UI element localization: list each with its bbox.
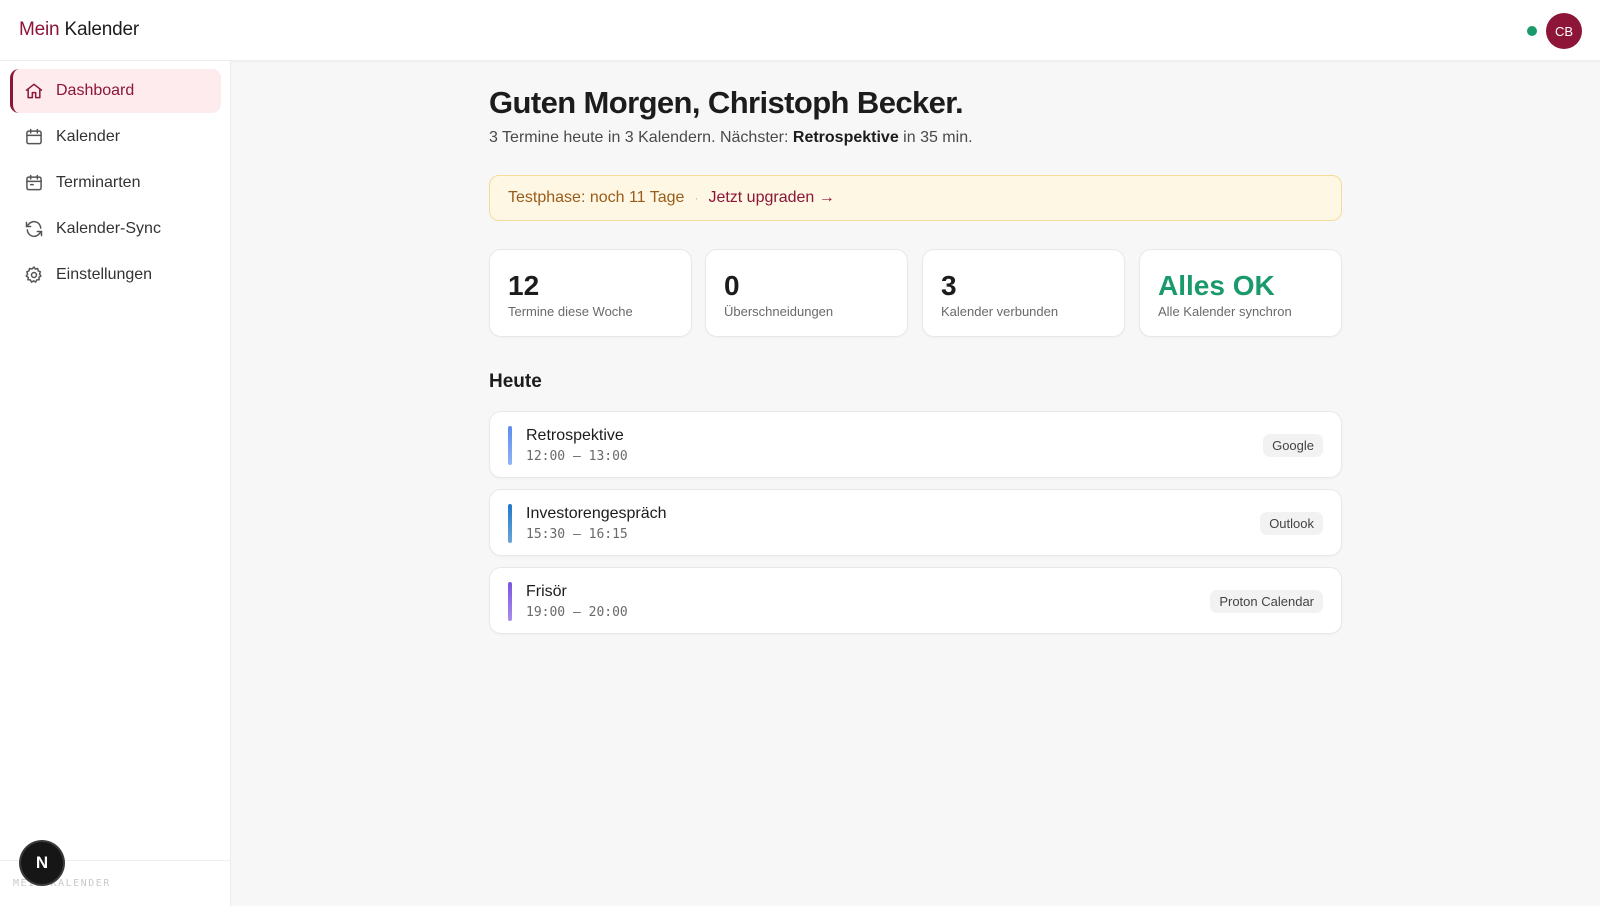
sidebar-item-kalender[interactable]: Kalender — [10, 115, 221, 159]
page-title: Guten Morgen, Christoph Becker. — [489, 85, 964, 120]
top-bar: Mein Kalender CB — [0, 0, 1600, 61]
calendar-icon — [24, 127, 44, 147]
section-title-today: Heute — [489, 371, 542, 392]
stat-card-sync-status: Alles OK Alle Kalender synchron — [1139, 249, 1342, 337]
avatar[interactable]: CB — [1546, 13, 1582, 49]
stat-label: Termine diese Woche — [508, 304, 633, 319]
sidebar-item-kalender-sync[interactable]: Kalender-Sync — [10, 207, 221, 251]
dev-tools-badge[interactable]: N — [21, 842, 63, 884]
stat-value: 3 — [941, 270, 957, 301]
trial-separator: · — [694, 191, 699, 205]
stat-card-calendars: 3 Kalender verbunden — [922, 249, 1125, 337]
trial-banner: Testphase: noch 11 Tage · Jetzt upgraden… — [489, 175, 1342, 221]
sidebar-item-einstellungen[interactable]: Einstellungen — [10, 253, 221, 297]
event-color-bar — [508, 426, 512, 465]
trial-text: Testphase: noch 11 Tage — [508, 189, 685, 206]
stat-value: 0 — [724, 270, 740, 301]
sidebar-item-label: Kalender — [56, 128, 121, 145]
event-title: Investorengespräch — [526, 505, 667, 522]
event-item[interactable]: Frisör 19:00 – 20:00 Proton Calendar — [489, 567, 1342, 634]
event-title: Frisör — [526, 583, 567, 600]
summary-line: 3 Termine heute in 3 Kalendern. Nächster… — [489, 129, 973, 147]
sidebar-item-dashboard[interactable]: Dashboard — [10, 69, 221, 113]
sidebar-item-label: Kalender-Sync — [56, 220, 161, 237]
event-source-badge: Google — [1263, 434, 1323, 457]
event-time: 12:00 – 13:00 — [526, 449, 628, 464]
summary-suffix: in 35 min. — [898, 129, 973, 146]
stat-label: Kalender verbunden — [941, 304, 1059, 319]
event-source-badge: Outlook — [1260, 512, 1323, 535]
sidebar-item-label: Einstellungen — [56, 266, 153, 283]
event-color-bar — [508, 582, 512, 621]
sidebar-item-label: Dashboard — [56, 82, 135, 99]
calendar-icon — [24, 173, 44, 193]
event-source-badge: Proton Calendar — [1210, 590, 1323, 613]
sync-icon — [24, 219, 44, 239]
event-time: 15:30 – 16:15 — [526, 527, 628, 542]
stat-card-overlaps: 0 Überschneidungen — [705, 249, 908, 337]
brand-part2: Kalender — [64, 19, 139, 40]
summary-prefix: 3 Termine heute in 3 Kalendern. Nächster… — [489, 129, 793, 146]
home-icon — [24, 81, 44, 101]
sidebar-footer-text: MEIN KALENDER — [13, 878, 111, 889]
sidebar-item-label: Terminarten — [56, 174, 141, 191]
event-item[interactable]: Investorengespräch 15:30 – 16:15 Outlook — [489, 489, 1342, 556]
stat-value: 12 — [508, 270, 540, 301]
event-color-bar — [508, 504, 512, 543]
stat-value: Alles OK — [1158, 270, 1275, 301]
event-time: 19:00 – 20:00 — [526, 605, 628, 620]
event-title: Retrospektive — [526, 427, 624, 444]
gear-icon — [24, 265, 44, 285]
online-status-dot — [1527, 26, 1537, 36]
sidebar: Dashboard Kalender Terminarten Kalender-… — [0, 61, 231, 906]
app-logo[interactable]: Mein Kalender — [19, 19, 139, 41]
stat-label: Überschneidungen — [724, 304, 834, 319]
stat-card-appointments: 12 Termine diese Woche — [489, 249, 692, 337]
upgrade-link[interactable]: Jetzt upgraden → — [708, 189, 834, 207]
next-event-name: Retrospektive — [792, 129, 899, 146]
sidebar-item-terminarten[interactable]: Terminarten — [10, 161, 221, 205]
event-item[interactable]: Retrospektive 12:00 – 13:00 Google — [489, 411, 1342, 478]
brand-part1: Mein — [19, 19, 60, 40]
stat-label: Alle Kalender synchron — [1158, 304, 1292, 319]
